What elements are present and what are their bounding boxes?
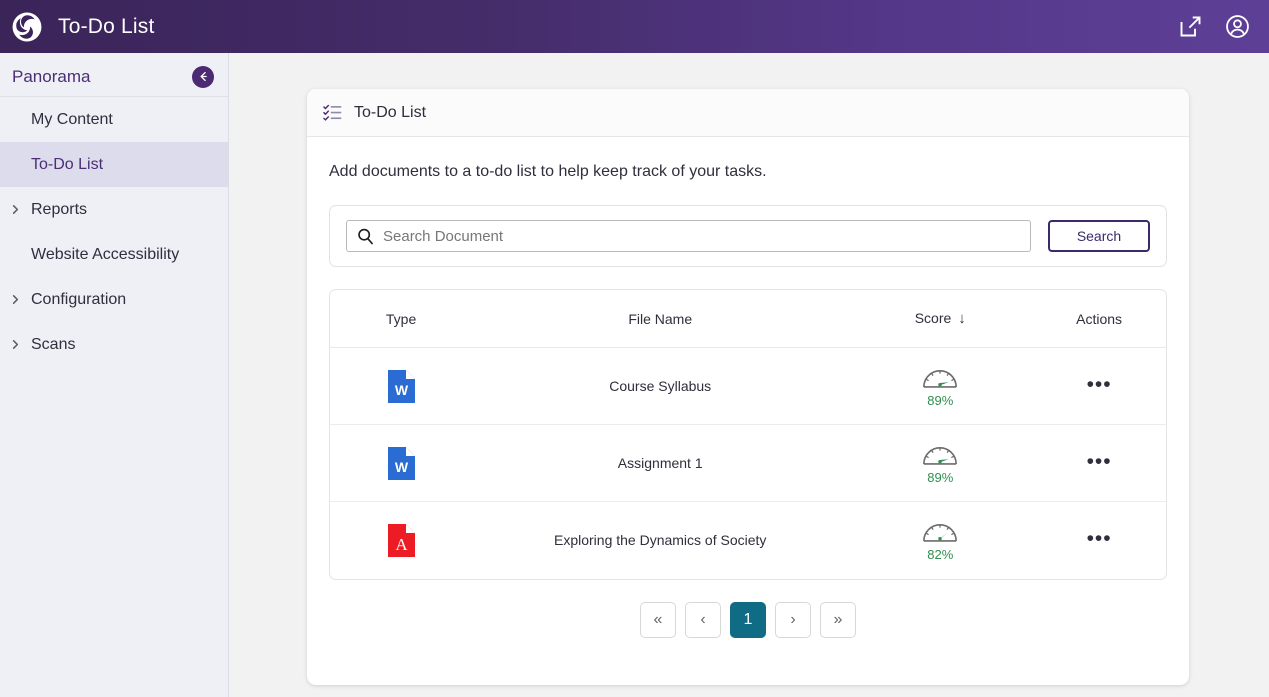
score-value: 89% [927,470,954,485]
table-row: A Exploring the Dynamics of Society 82% … [330,502,1166,579]
intro-text: Add documents to a to-do list to help ke… [329,163,767,180]
search-input[interactable] [383,227,1030,245]
sidebar-header: Panorama [0,57,228,97]
svg-text:A: A [395,535,408,554]
search-button[interactable]: Search [1048,220,1150,252]
sidebar-item-website-accessibility[interactable]: Website Accessibility [0,232,228,277]
card-body: Add documents to a to-do list to help ke… [307,137,1189,638]
table-header-row: Type File Name Score ↓ Actions [330,290,1166,348]
sidebar-item-label: Website Accessibility [31,245,180,263]
column-label: Type [385,310,417,327]
svg-text:W: W [394,382,408,398]
table-row: W Assignment 1 89% ••• [330,424,1166,502]
user-account-icon[interactable] [1224,13,1251,40]
sidebar-item-my-content[interactable]: My Content [0,97,228,142]
cell-file-name: Course Syllabus [472,347,849,425]
app-title: To-Do List [58,14,155,38]
column-label: Actions [1076,310,1123,327]
chevron-right-icon [10,294,21,305]
arrow-left-icon [200,71,207,82]
cell-file-name: Exploring the Dynamics of Society [553,532,767,549]
chevron-right-icon [10,204,21,215]
main-content: To-Do List Add documents to a to-do list… [229,53,1269,697]
sidebar-item-label: My Content [31,110,113,128]
search-panel: Search [329,205,1167,267]
column-label: Score [914,310,952,326]
swirl-logo-icon [12,12,42,41]
sidebar-title: Panorama [12,66,91,86]
score-gauge-icon [923,447,958,465]
word-document-icon: W [387,369,415,403]
sidebar-item-scans[interactable]: Scans [0,322,228,367]
cell-score: 89% [848,424,1033,502]
column-label: File Name [628,310,693,327]
cell-actions: ••• [1032,347,1166,425]
header-actions [1177,13,1251,40]
sidebar-item-to-do-list[interactable]: To-Do List [0,142,228,187]
cell-file-name: Assignment 1 [472,424,849,502]
score-value: 82% [927,547,954,563]
sidebar-collapse-button[interactable] [192,65,214,88]
pagination-page-1-button[interactable]: 1 [730,601,766,638]
pagination-prev-button[interactable]: ‹ [685,601,721,638]
column-header-actions: Actions [1032,290,1166,348]
to-do-list-card: To-Do List Add documents to a to-do list… [307,89,1189,685]
pdf-document-icon: A [387,523,415,557]
search-icon [358,228,373,244]
card-title: To-Do List [354,103,427,121]
card-header: To-Do List [307,89,1189,137]
checklist-icon [323,104,342,121]
word-document-icon: W [387,446,415,480]
score-gauge-icon [923,370,958,388]
column-header-type[interactable]: Type [330,290,473,348]
sidebar-item-label: Configuration [31,290,127,308]
pagination-next-button[interactable]: › [775,601,811,638]
search-field-wrapper[interactable] [346,220,1031,252]
column-header-score[interactable]: Score ↓ [848,290,1033,348]
ellipsis-menu-icon[interactable]: ••• [1087,451,1112,472]
sidebar-item-configuration[interactable]: Configuration [0,277,228,322]
score-value: 89% [927,393,954,408]
sidebar: Panorama My Content To-Do List Reports W… [0,53,229,697]
cell-type: W [330,424,473,502]
cell-score: 82% [848,502,1032,579]
sidebar-item-label: Reports [31,200,88,218]
external-link-icon[interactable] [1177,13,1204,40]
ellipsis-menu-icon[interactable]: ••• [1087,528,1112,549]
cell-actions: ••• [1032,424,1166,502]
pagination: « ‹ 1 › » [329,601,1167,638]
cell-type: A [330,502,472,579]
sort-descending-icon: ↓ [958,310,966,327]
ellipsis-menu-icon[interactable]: ••• [1087,374,1112,395]
sidebar-item-reports[interactable]: Reports [0,187,228,232]
cell-type: W [330,347,473,425]
column-header-file-name[interactable]: File Name [472,290,849,348]
sidebar-item-label: Scans [31,335,76,353]
chevron-right-icon [10,339,21,350]
table-row: W Course Syllabus 89% ••• [330,347,1166,425]
app-header: To-Do List [0,0,1269,53]
score-gauge-icon [923,524,958,543]
pagination-last-button[interactable]: » [820,601,856,638]
sidebar-item-label: To-Do List [31,155,104,173]
svg-text:W: W [394,459,408,475]
cell-actions: ••• [1032,502,1166,579]
cell-score: 89% [848,347,1033,425]
documents-table: Type File Name Score ↓ Actions W Course … [329,289,1167,580]
pagination-first-button[interactable]: « [640,601,676,638]
